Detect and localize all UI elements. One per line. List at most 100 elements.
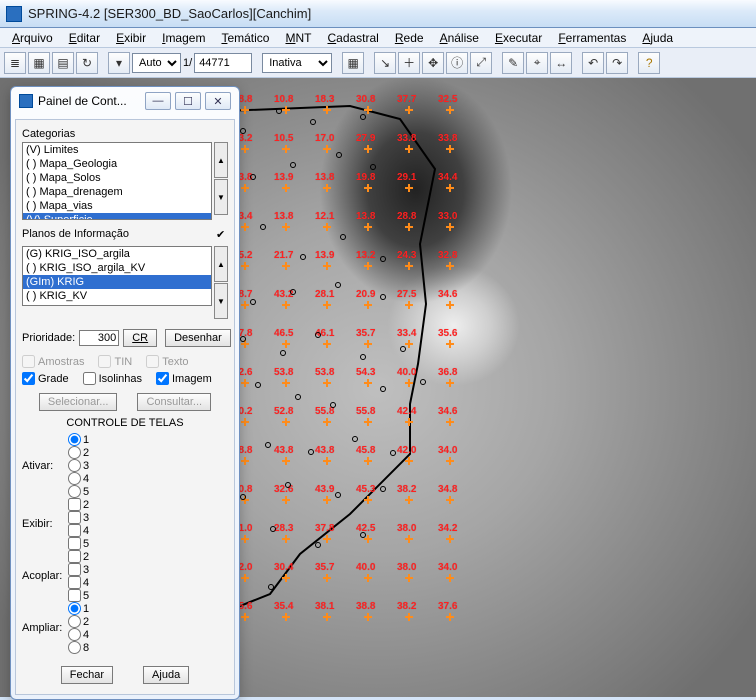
ruler-icon[interactable]: ↔ [550, 52, 572, 74]
grid-value: 20.9 [356, 289, 375, 300]
exibir-2[interactable]: 2 [68, 498, 89, 511]
list-item[interactable]: ( ) Mapa_Solos [23, 171, 211, 185]
list-item[interactable]: ( ) KRIG_KV [23, 289, 211, 303]
ampliar-1[interactable]: 1 [68, 602, 89, 615]
menu-editar[interactable]: Editar [61, 30, 108, 46]
list-item[interactable]: ( ) Mapa_drenagem [23, 185, 211, 199]
ajuda-button[interactable]: Ajuda [143, 666, 189, 684]
exibir-5[interactable]: 5 [68, 537, 89, 550]
ativar-5[interactable]: 5 [68, 485, 89, 498]
fechar-button[interactable]: Fechar [61, 666, 113, 684]
exibir-3[interactable]: 3 [68, 511, 89, 524]
grid-value: 45.3 [356, 484, 375, 495]
menu-rede[interactable]: Rede [387, 30, 432, 46]
grid-value: 45.8 [356, 445, 375, 456]
menu-exibir[interactable]: Exibir [108, 30, 154, 46]
categories-scroll[interactable]: ▲▼ [214, 142, 228, 220]
move-icon[interactable]: ✥ [422, 52, 444, 74]
planos-listbox[interactable]: (G) KRIG_ISO_argila( ) KRIG_ISO_argila_K… [22, 246, 212, 306]
sample-point [255, 382, 261, 388]
info-icon[interactable]: ⓘ [446, 52, 468, 74]
menu-cadastral[interactable]: Cadastral [319, 30, 386, 46]
texto-checkbox: Texto [146, 355, 188, 368]
db-icon[interactable]: ≣ [4, 52, 26, 74]
panel-maximize-button[interactable]: ☐ [175, 92, 201, 110]
refresh-icon[interactable]: ↻ [76, 52, 98, 74]
grid-cross [405, 535, 413, 543]
grid-cross [405, 262, 413, 270]
ampliar-8[interactable]: 8 [68, 641, 89, 654]
prioridade-input[interactable] [79, 330, 119, 346]
panel-title: Painel de Cont... [38, 94, 141, 108]
list-item[interactable]: (V) Superficie [23, 213, 211, 220]
grid-value: 13.9 [315, 250, 334, 261]
menu-arquivo[interactable]: Arquivo [4, 30, 61, 46]
grid-value: 42.0 [397, 445, 416, 456]
app-icon [6, 6, 22, 22]
plus-icon[interactable]: ＋ [398, 52, 420, 74]
acoplar-5[interactable]: 5 [68, 589, 89, 602]
grid-value: 34.0 [438, 562, 457, 573]
ativar-2[interactable]: 2 [68, 446, 89, 459]
list-item[interactable]: ( ) Mapa_vias [23, 199, 211, 213]
control-panel: Painel de Cont... — ☐ ✕ Categorias (V) L… [10, 86, 240, 700]
undo-icon[interactable]: ↶ [582, 52, 604, 74]
menu-temático[interactable]: Temático [213, 30, 277, 46]
planos-check-icon[interactable]: ✔ [216, 228, 228, 240]
acoplar-4[interactable]: 4 [68, 576, 89, 589]
desenhar-button[interactable]: Desenhar [165, 329, 231, 347]
grade-checkbox[interactable]: Grade [22, 372, 69, 385]
scale-input[interactable] [194, 53, 252, 73]
grid-value: 37.6 [438, 601, 457, 612]
zoom-area-icon[interactable]: ⌖ [526, 52, 548, 74]
grid-cross [405, 574, 413, 582]
fit-icon[interactable]: ⤢ [470, 52, 492, 74]
list-item[interactable]: ( ) Mapa_Geologia [23, 157, 211, 171]
acoplar-3[interactable]: 3 [68, 563, 89, 576]
redo-icon[interactable]: ↷ [606, 52, 628, 74]
ativar-3[interactable]: 3 [68, 459, 89, 472]
list-item[interactable]: ( ) KRIG_ISO_argila_KV [23, 261, 211, 275]
list-item[interactable]: (V) Limites [23, 143, 211, 157]
acoplar-2[interactable]: 2 [68, 550, 89, 563]
ampliar-4[interactable]: 4 [68, 628, 89, 641]
grid-icon[interactable]: ▦ [342, 52, 364, 74]
menu-ferramentas[interactable]: Ferramentas [550, 30, 634, 46]
grid-value: 35.6 [438, 328, 457, 339]
down-arrow-icon[interactable]: ↘ [374, 52, 396, 74]
help-icon[interactable]: ? [638, 52, 660, 74]
grid-value: 34.0 [438, 445, 457, 456]
pencil-icon[interactable]: ✎ [502, 52, 524, 74]
grid-cross [364, 613, 372, 621]
categories-listbox[interactable]: (V) Limites( ) Mapa_Geologia( ) Mapa_Sol… [22, 142, 212, 220]
cr-button[interactable]: CR [123, 329, 157, 347]
grid-cross [323, 574, 331, 582]
ampliar-2[interactable]: 2 [68, 615, 89, 628]
exibir-4[interactable]: 4 [68, 524, 89, 537]
menu-ajuda[interactable]: Ajuda [634, 30, 681, 46]
menu-análise[interactable]: Análise [432, 30, 487, 46]
grid-cross [241, 262, 249, 270]
palette-icon[interactable]: ▤ [52, 52, 74, 74]
layers-icon[interactable]: ▦ [28, 52, 50, 74]
pointer-icon[interactable]: ▾ [108, 52, 130, 74]
menu-imagem[interactable]: Imagem [154, 30, 213, 46]
panel-close-button[interactable]: ✕ [205, 92, 231, 110]
list-item[interactable]: (GIm) KRIG [23, 275, 211, 289]
grid-cross [323, 613, 331, 621]
ativar-4[interactable]: 4 [68, 472, 89, 485]
menu-executar[interactable]: Executar [487, 30, 550, 46]
isolinhas-checkbox[interactable]: Isolinhas [83, 372, 142, 385]
list-item[interactable]: (G) KRIG_ISO_argila [23, 247, 211, 261]
main-toolbar: ≣ ▦ ▤ ↻ ▾ Auto 1/ Inativa ▦ ↘ ＋ ✥ ⓘ ⤢ ✎ … [0, 48, 756, 78]
menu-mnt[interactable]: MNT [277, 30, 319, 46]
imagem-checkbox[interactable]: Imagem [156, 372, 212, 385]
ativar-1[interactable]: 1 [68, 433, 89, 446]
panel-titlebar[interactable]: Painel de Cont... — ☐ ✕ [11, 87, 239, 115]
auto-select[interactable]: Auto [132, 53, 181, 73]
grid-cross [282, 184, 290, 192]
panel-body: Categorias (V) Limites( ) Mapa_Geologia(… [15, 119, 235, 695]
layer-select[interactable]: Inativa [262, 53, 332, 73]
planos-scroll[interactable]: ▲▼ [214, 246, 228, 319]
panel-minimize-button[interactable]: — [145, 92, 171, 110]
